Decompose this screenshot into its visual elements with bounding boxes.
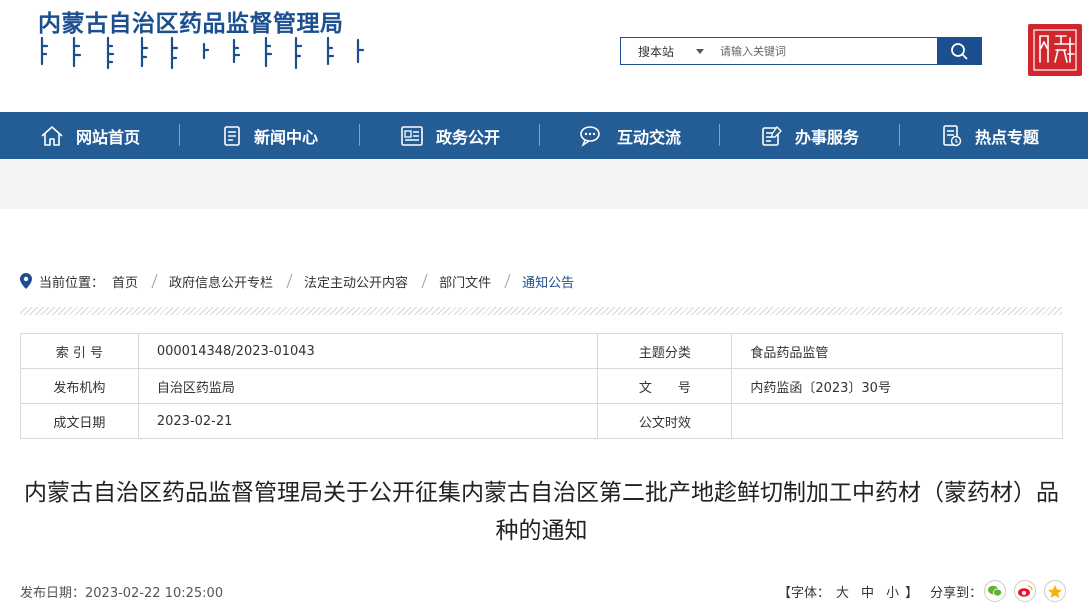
- font-large-button[interactable]: 大: [836, 582, 849, 601]
- font-size-close: 】: [905, 585, 919, 601]
- document-icon: [400, 125, 424, 147]
- wechat-share-icon[interactable]: [984, 580, 1007, 602]
- main-nav: 网站首页 新闻中心 政务公开 互动交流 办事服务 热点专题: [0, 112, 1088, 159]
- breadcrumb-home-link[interactable]: 首页: [112, 272, 138, 291]
- header-band: [0, 159, 1088, 209]
- share-label: 分享到：: [930, 585, 983, 601]
- validity-label: 公文时效: [597, 403, 733, 439]
- home-icon: [40, 125, 64, 147]
- search-scope-label: 搜本站: [638, 44, 675, 59]
- seal-glyph-icon: [1033, 29, 1077, 71]
- index-label: 索 引 号: [20, 333, 139, 369]
- nav-item-home[interactable]: 网站首页: [0, 112, 180, 159]
- nav-item-label: 网站首页: [75, 127, 140, 147]
- search-input[interactable]: [713, 38, 937, 64]
- breadcrumb: 当前位置： 首页 政府信息公开专栏 法定主动公开内容 部门文件 通知公告: [20, 270, 574, 292]
- topic-label: 主题分类: [597, 333, 733, 369]
- org-label: 发布机构: [20, 368, 139, 404]
- mongolian-script-logo: [40, 36, 365, 70]
- breadcrumb-separator: [504, 274, 511, 288]
- search-scope-select[interactable]: 搜本站: [621, 38, 713, 64]
- search-button[interactable]: [937, 38, 981, 64]
- caret-down-icon: [696, 49, 704, 54]
- nav-item-government-affairs[interactable]: 政务公开: [360, 112, 540, 159]
- breadcrumb-separator: [151, 274, 158, 288]
- breadcrumb-separator: [421, 274, 428, 288]
- nav-item-topics[interactable]: 热点专题: [900, 112, 1080, 159]
- breadcrumb-dept-docs-link[interactable]: 部门文件: [439, 272, 491, 291]
- table-row: 索 引 号 000014348/2023-01043 主题分类 食品药品监管: [20, 333, 1063, 369]
- nav-item-label: 热点专题: [974, 127, 1039, 147]
- site-title[interactable]: 内蒙古自治区药品监督管理局: [38, 4, 344, 38]
- publish-info: 发布日期：2023-02-22 10:25:00: [20, 582, 223, 601]
- breadcrumb-prefix: 当前位置：: [39, 275, 105, 291]
- date-value: 2023-02-21: [137, 403, 599, 439]
- article-tools: 【字体： 大 中 小 】 分享到：: [778, 580, 1067, 602]
- inner-mongolia-seal-logo[interactable]: [1028, 24, 1082, 76]
- breadcrumb-statutory-link[interactable]: 法定主动公开内容: [304, 272, 408, 291]
- nav-item-label: 新闻中心: [253, 127, 318, 147]
- table-row: 成文日期 2023-02-21 公文时效: [20, 403, 1063, 439]
- nav-item-services[interactable]: 办事服务: [720, 112, 900, 159]
- site-header: 内蒙古自治区药品监督管理局 搜本站: [0, 0, 1088, 112]
- nav-item-label: 互动交流: [616, 127, 681, 147]
- topic-value: 食品药品监管: [731, 333, 1063, 369]
- nav-item-interaction[interactable]: 互动交流: [540, 112, 720, 159]
- publish-date: 2023-02-22 10:25:00: [85, 586, 224, 601]
- font-size-open: 【字体：: [778, 585, 831, 601]
- breadcrumb-gov-info-link[interactable]: 政府信息公开专栏: [169, 272, 273, 291]
- font-small-button[interactable]: 小: [886, 582, 899, 601]
- org-value: 自治区药监局: [137, 368, 599, 404]
- news-icon: [222, 125, 242, 147]
- qzone-share-icon[interactable]: [1044, 580, 1067, 602]
- docno-value: 内药监函〔2023〕30号: [731, 368, 1063, 404]
- search-icon: [951, 43, 968, 60]
- breadcrumb-notices-link[interactable]: 通知公告: [522, 272, 574, 291]
- document-info-table: 索 引 号 000014348/2023-01043 主题分类 食品药品监管 发…: [20, 333, 1063, 439]
- nav-item-label: 政务公开: [435, 127, 500, 147]
- table-row: 发布机构 自治区药监局 文 号 内药监函〔2023〕30号: [20, 368, 1063, 404]
- nav-item-label: 办事服务: [794, 127, 859, 147]
- article-title: 内蒙古自治区药品监督管理局关于公开征集内蒙古自治区第二批产地趁鲜切制加工中药材（…: [24, 480, 1059, 544]
- topic-icon: [941, 124, 963, 148]
- index-value: 000014348/2023-01043: [137, 333, 599, 369]
- service-icon: [761, 125, 783, 147]
- search-box: 搜本站: [620, 37, 982, 65]
- nav-item-news[interactable]: 新闻中心: [180, 112, 360, 159]
- font-medium-button[interactable]: 中: [861, 582, 874, 601]
- location-pin-icon: [20, 273, 32, 289]
- validity-value: [731, 403, 1063, 439]
- chat-icon: [579, 125, 605, 147]
- date-label: 成文日期: [20, 403, 139, 439]
- weibo-share-icon[interactable]: [1014, 580, 1037, 602]
- publish-label: 发布日期：: [20, 586, 86, 601]
- docno-label: 文 号: [597, 368, 733, 404]
- breadcrumb-separator: [286, 274, 293, 288]
- divider-stripe: [20, 307, 1062, 315]
